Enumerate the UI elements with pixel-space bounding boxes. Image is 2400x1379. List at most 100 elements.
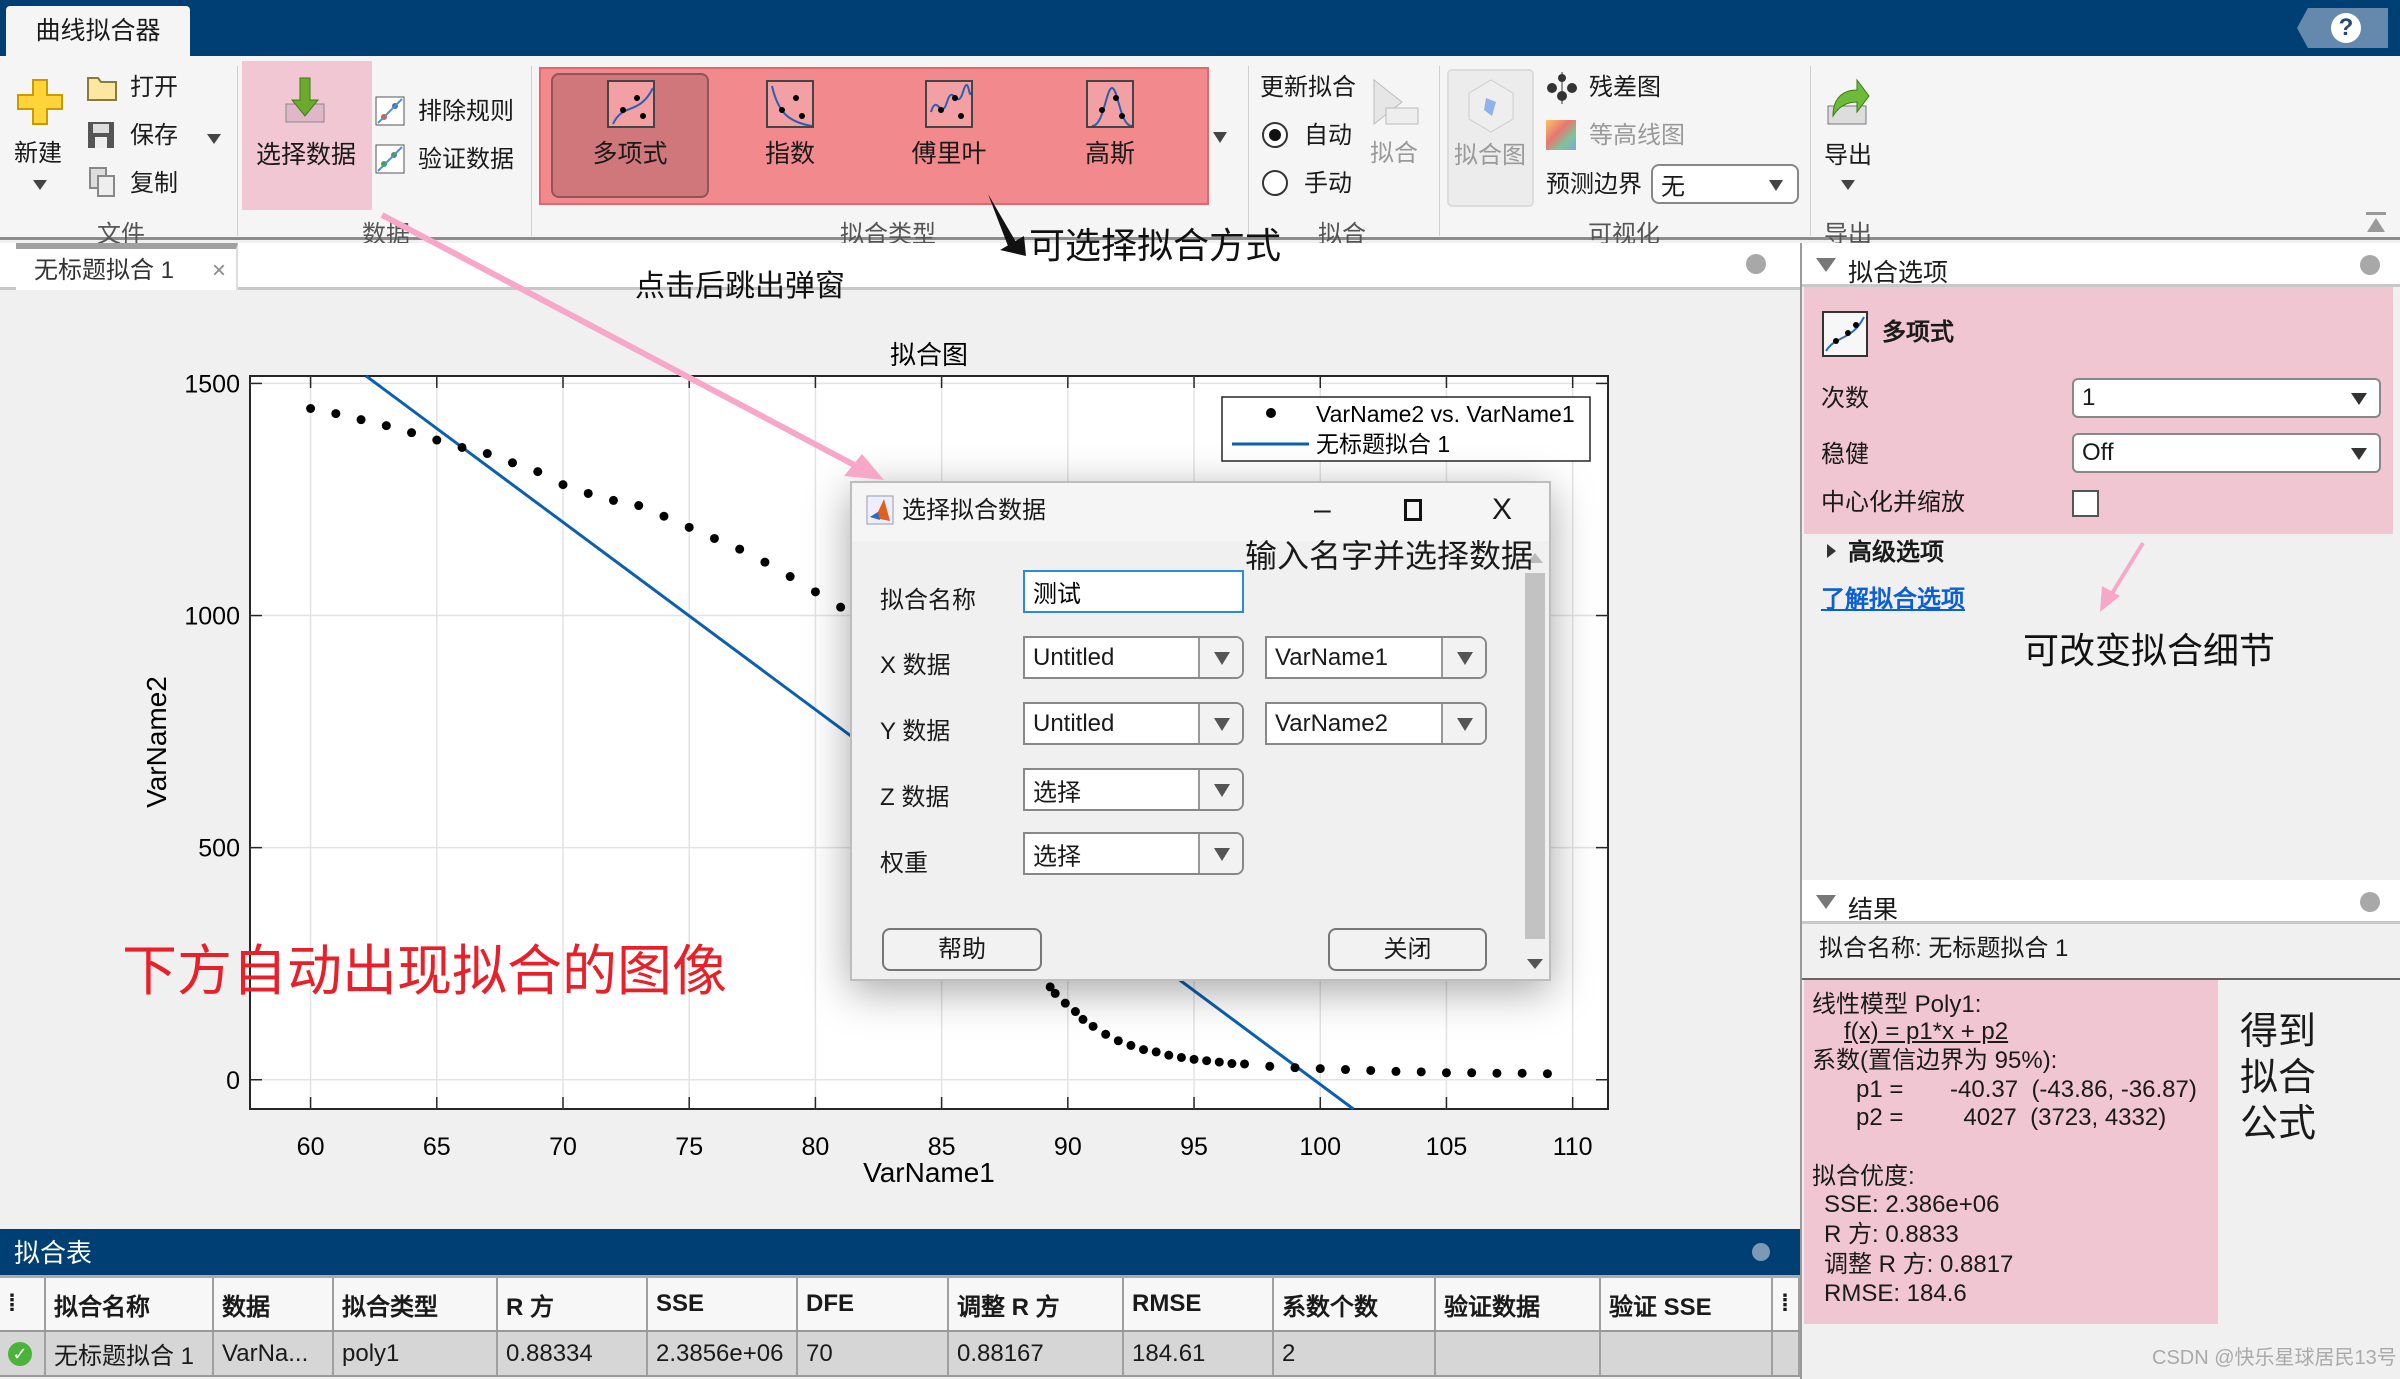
panel-menu-icon[interactable]: [2360, 255, 2380, 275]
export-dropdown-icon[interactable]: [1841, 180, 1855, 190]
table-cell: 0.88167: [949, 1332, 1124, 1375]
data-point: [1441, 1068, 1451, 1078]
result-line: 线性模型 Poly1:: [1812, 991, 1982, 1018]
data-point: [1492, 1068, 1502, 1078]
row-status-cell: [1773, 1332, 1800, 1375]
table-cell: 184.61: [1124, 1332, 1274, 1375]
minimize-button[interactable]: –: [1314, 495, 1331, 525]
column-header[interactable]: 系数个数: [1274, 1278, 1436, 1330]
chevron-down-icon: [2351, 448, 2367, 460]
data-point: [1467, 1068, 1477, 1078]
learn-fit-options-link[interactable]: 了解拟合选项: [1821, 588, 1965, 612]
column-header[interactable]: 拟合名称: [46, 1278, 214, 1330]
column-header[interactable]: 拟合类型: [334, 1278, 498, 1330]
x-tick-label: 65: [423, 1133, 451, 1161]
x-tick-label: 80: [802, 1133, 830, 1161]
collapse-ribbon-icon[interactable]: [2366, 212, 2386, 234]
column-grip[interactable]: ⁞: [0, 1278, 46, 1330]
data-point: [1214, 1057, 1224, 1067]
data-point: [1391, 1066, 1401, 1076]
data-point: [1101, 1029, 1111, 1039]
watermark: CSDN @快乐星球居民13号: [2152, 1347, 2397, 1369]
results-header[interactable]: 结果: [1802, 880, 2400, 924]
robust-dropdown[interactable]: Off: [2072, 433, 2381, 473]
column-header[interactable]: 验证数据: [1436, 1278, 1601, 1330]
advanced-options[interactable]: 高级选项: [1848, 541, 1944, 565]
column-header[interactable]: 验证 SSE: [1601, 1278, 1773, 1330]
dialog-close-button[interactable]: X: [1492, 495, 1512, 525]
panel-menu-icon[interactable]: [2360, 892, 2380, 912]
column-grip[interactable]: ⁞: [1773, 1278, 1800, 1330]
x-tick-label: 95: [1180, 1133, 1208, 1161]
result-rsquare: R 方: 0.8833: [1824, 1221, 1959, 1248]
dialog-scrollbar[interactable]: [1522, 547, 1548, 977]
weights-dropdown[interactable]: 选择: [1023, 832, 1244, 875]
data-point: [583, 488, 593, 498]
fit-table-header: 拟合表: [0, 1229, 1800, 1275]
y-workspace-dropdown[interactable]: Untitled: [1023, 702, 1244, 745]
data-point: [1240, 1059, 1250, 1069]
panel-menu-icon[interactable]: [1752, 1243, 1770, 1261]
column-header[interactable]: SSE: [648, 1278, 798, 1330]
data-point: [1060, 998, 1070, 1008]
x-tick-label: 60: [297, 1133, 325, 1161]
y-tick-label: 1000: [184, 603, 240, 631]
annotation-options: 可改变拟合细节: [2023, 630, 2276, 671]
center-scale-checkbox[interactable]: [2072, 490, 2099, 517]
data-point: [684, 522, 694, 532]
table-cell: 2.3856e+06: [648, 1332, 798, 1375]
x-data-label: X 数据: [880, 652, 951, 679]
result-sse: SSE: 2.386e+06: [1824, 1191, 2000, 1218]
data-point: [533, 467, 543, 477]
data-point: [1416, 1067, 1426, 1077]
data-point: [457, 442, 467, 452]
result-line: 拟合优度:: [1812, 1163, 1915, 1190]
degree-dropdown[interactable]: 1: [2072, 378, 2381, 418]
chevron-down-icon: [1198, 704, 1242, 743]
table-cell: VarNa...: [214, 1332, 334, 1375]
column-header[interactable]: RMSE: [1124, 1278, 1274, 1330]
x-variable-dropdown[interactable]: VarName1: [1265, 636, 1487, 679]
data-point: [785, 572, 795, 582]
help-button[interactable]: ?: [2297, 8, 2388, 48]
table-row[interactable]: ✓ 无标题拟合 1 VarNa... poly1 0.88334 2.3856e+06 70…: [0, 1332, 1800, 1377]
column-header[interactable]: DFE: [798, 1278, 949, 1330]
y-tick-label: 0: [226, 1067, 240, 1095]
data-point: [407, 428, 417, 438]
data-point: [356, 415, 366, 425]
collapse-icon: [1816, 258, 1836, 272]
data-point: [1164, 1050, 1174, 1060]
fit-name-input[interactable]: [1023, 570, 1244, 613]
dialog-title: 选择拟合数据: [902, 497, 1046, 524]
close-dialog-button[interactable]: 关闭: [1328, 928, 1487, 971]
table-cell: [1601, 1332, 1773, 1375]
column-header[interactable]: 调整 R 方: [949, 1278, 1124, 1330]
polynomial-icon: [1822, 311, 1868, 357]
export-icon: [1827, 78, 1870, 125]
fit-name-label: 拟合名称: [880, 587, 976, 614]
scrollbar-thumb[interactable]: [1525, 573, 1545, 939]
z-data-label: Z 数据: [880, 784, 950, 811]
help-dialog-button[interactable]: 帮助: [882, 928, 1042, 971]
expand-icon[interactable]: [1827, 544, 1836, 558]
maximize-button[interactable]: [1404, 499, 1422, 521]
data-point: [1340, 1065, 1350, 1075]
export-button[interactable]: 导出: [1824, 144, 1872, 168]
chevron-down-icon: [1441, 704, 1485, 743]
data-point: [1126, 1040, 1136, 1050]
x-workspace-dropdown[interactable]: Untitled: [1023, 636, 1244, 679]
data-point: [735, 544, 745, 554]
z-data-dropdown[interactable]: 选择: [1023, 768, 1244, 811]
legend: VarName2 vs. VarName1 无标题拟合 1: [1221, 396, 1591, 462]
data-point: [381, 421, 391, 431]
select-fit-data-dialog: 选择拟合数据 – X 输入名字并选择数据 拟合名称 X 数据 Untitled …: [850, 481, 1551, 981]
annotation-plot: 下方自动出现拟合的图像: [122, 940, 728, 1002]
x-axis-label: VarName1: [863, 1157, 995, 1188]
data-point: [1050, 988, 1060, 998]
y-variable-dropdown[interactable]: VarName2: [1265, 702, 1487, 745]
column-header[interactable]: R 方: [498, 1278, 648, 1330]
data-point: [1088, 1021, 1098, 1031]
column-header[interactable]: 数据: [214, 1278, 334, 1330]
fit-options-header[interactable]: 拟合选项: [1802, 243, 2400, 287]
data-point: [306, 403, 316, 413]
